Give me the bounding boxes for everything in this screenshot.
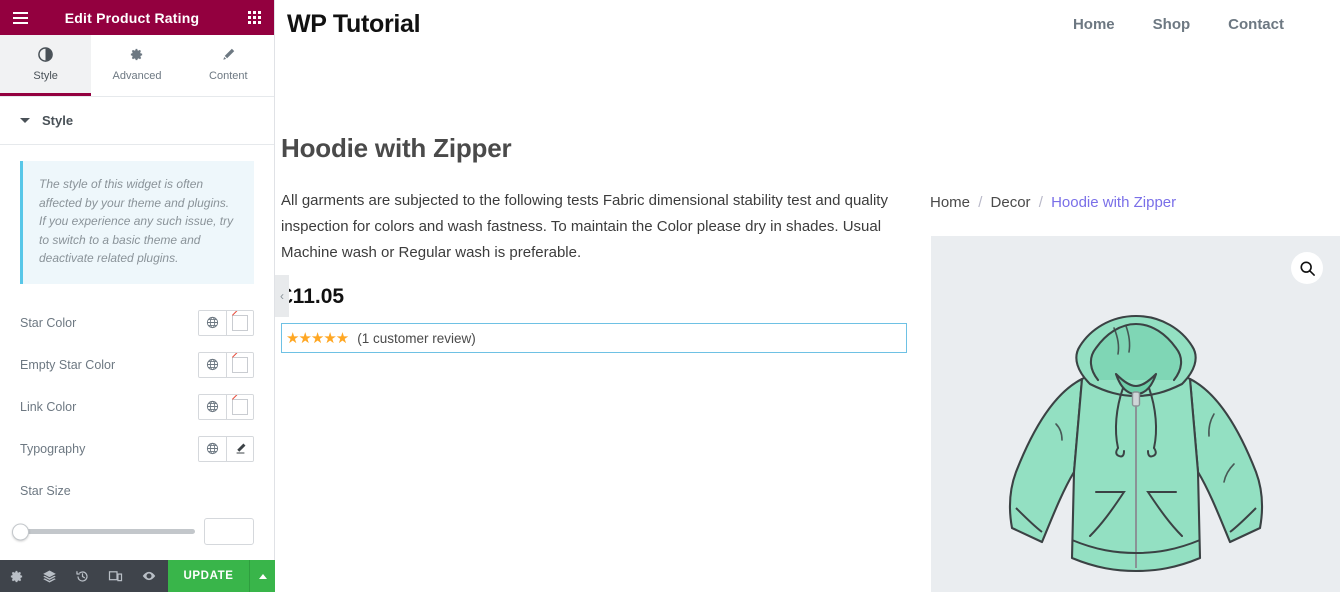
breadcrumb-item-current[interactable]: Hoodie with Zipper (1051, 194, 1176, 211)
color-control-group (198, 309, 254, 336)
tab-advanced-label: Advanced (112, 69, 162, 82)
update-button[interactable]: UPDATE (168, 560, 249, 592)
site-preview: WP Tutorial Home Shop Contact Hoodie wit… (275, 0, 1344, 592)
elementor-editor: Edit Product Rating Style Advanced Conte… (0, 0, 1344, 592)
panel-body: The style of this widget is often affect… (0, 145, 274, 592)
panel-tabs: Style Advanced Content (0, 35, 274, 97)
no-color-swatch[interactable] (226, 394, 253, 419)
control-right (198, 351, 254, 378)
control-label: Link Color (20, 399, 77, 414)
control-label: Empty Star Color (20, 357, 116, 372)
pencil-icon[interactable] (226, 436, 253, 461)
no-color-swatch[interactable] (226, 310, 253, 335)
control-label: Star Color (20, 315, 77, 330)
typography-control-group (198, 435, 254, 462)
update-button-group: UPDATE (168, 560, 275, 592)
control-empty-star-color: Empty Star Color (20, 344, 254, 386)
globe-icon[interactable] (199, 394, 226, 419)
preview-eye-icon[interactable] (132, 560, 165, 592)
control-link-color: Link Color (20, 386, 254, 428)
control-right (198, 435, 254, 462)
style-section-title: Style (42, 113, 74, 128)
tab-style-label: Style (33, 69, 58, 82)
history-icon[interactable] (66, 560, 99, 592)
breadcrumb-item-decor[interactable]: Decor (991, 194, 1031, 211)
style-section-header[interactable]: Style (0, 97, 274, 145)
rating-stars: ★★★★★ (286, 329, 349, 347)
chevron-left-icon: ‹ (280, 289, 284, 303)
control-star-color: Star Color (20, 302, 254, 344)
tab-content-label: Content (209, 69, 248, 82)
nav-item-shop[interactable]: Shop (1153, 16, 1191, 33)
star-size-slider[interactable] (12, 523, 195, 541)
editor-panel: Edit Product Rating Style Advanced Conte… (0, 0, 275, 592)
breadcrumb-separator: / (978, 194, 983, 211)
review-count-link[interactable]: (1 customer review) (357, 331, 476, 346)
globe-icon[interactable] (199, 352, 226, 377)
color-control-group (198, 393, 254, 420)
control-right (198, 309, 254, 336)
site-logo[interactable]: WP Tutorial (287, 10, 421, 39)
product-description: All garments are subjected to the follow… (281, 192, 888, 261)
site-nav: Home Shop Contact (1073, 16, 1284, 33)
breadcrumb-item-home[interactable]: Home (930, 194, 970, 211)
globe-icon[interactable] (199, 436, 226, 461)
no-color-swatch[interactable] (226, 352, 253, 377)
navigator-layers-icon[interactable] (33, 560, 66, 592)
preview-columns: Hoodie with Zipper All garments are subj… (275, 48, 1344, 592)
nav-item-contact[interactable]: Contact (1228, 16, 1284, 33)
star-size-slider-row (12, 512, 254, 552)
product-title: Hoodie with Zipper (281, 133, 512, 163)
product-gallery-column: Home / Decor / Hoodie with Zipper (923, 48, 1344, 592)
star-size-input[interactable] (204, 518, 254, 546)
panel-collapse-handle[interactable]: ‹ (275, 275, 289, 317)
contrast-icon (38, 47, 53, 63)
style-notice: The style of this widget is often affect… (20, 161, 254, 284)
tab-content[interactable]: Content (182, 35, 274, 96)
control-right (198, 393, 254, 420)
color-control-group (198, 351, 254, 378)
panel-bottom-bar: UPDATE (0, 560, 275, 592)
globe-icon[interactable] (199, 310, 226, 335)
product-image[interactable] (931, 236, 1340, 592)
breadcrumb-separator: / (1038, 194, 1043, 211)
breadcrumb: Home / Decor / Hoodie with Zipper (923, 48, 1344, 211)
control-star-size: Star Size (20, 470, 254, 512)
apps-grid-icon[interactable] (234, 0, 274, 35)
settings-gear-icon[interactable] (0, 560, 33, 592)
nav-item-home[interactable]: Home (1073, 16, 1115, 33)
pencil-icon (221, 47, 236, 63)
control-label: Typography (20, 441, 86, 456)
product-rating-widget[interactable]: ★★★★★ (1 customer review) (281, 323, 907, 354)
product-summary-column: Hoodie with Zipper All garments are subj… (275, 48, 923, 354)
site-header: WP Tutorial Home Shop Contact (275, 0, 1344, 48)
search-magnifier-icon[interactable] (1291, 252, 1323, 284)
hoodie-illustration (986, 296, 1286, 592)
control-typography: Typography (20, 428, 254, 470)
gear-icon (129, 47, 144, 63)
update-options-caret-icon[interactable] (249, 560, 275, 592)
chevron-down-icon (20, 118, 30, 123)
slider-handle[interactable] (12, 523, 29, 541)
product-price: £11.05 (281, 285, 345, 309)
panel-header: Edit Product Rating (0, 0, 274, 35)
tab-advanced[interactable]: Advanced (91, 35, 183, 96)
tab-style[interactable]: Style (0, 35, 92, 96)
panel-title: Edit Product Rating (64, 9, 200, 26)
responsive-mode-icon[interactable] (99, 560, 132, 592)
control-label: Star Size (20, 483, 71, 498)
